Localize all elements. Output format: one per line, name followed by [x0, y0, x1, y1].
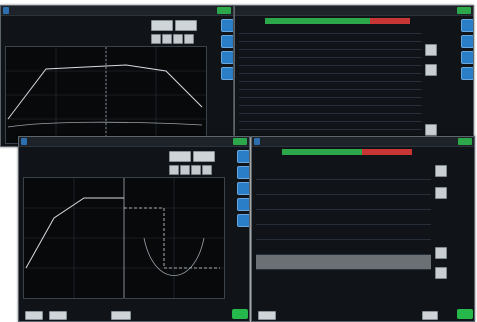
table-row[interactable] — [239, 26, 422, 34]
table-row-selected[interactable] — [256, 255, 431, 270]
table-row[interactable] — [239, 58, 422, 66]
side-button-1[interactable] — [237, 150, 249, 163]
bottom-button-3[interactable] — [111, 311, 131, 320]
table-row[interactable] — [239, 74, 422, 82]
table-row[interactable] — [239, 34, 422, 42]
header-green — [265, 18, 370, 24]
header-red — [362, 149, 412, 155]
ok-button[interactable] — [232, 309, 248, 319]
table-row[interactable] — [239, 114, 422, 122]
side-button-4[interactable] — [461, 67, 473, 80]
top-bar — [1, 6, 233, 16]
bottom-button-2[interactable] — [422, 311, 438, 320]
table-row[interactable] — [256, 225, 431, 240]
graph-button-1[interactable] — [169, 151, 191, 162]
scroll-up-icon[interactable] — [435, 165, 447, 177]
waveform-svg — [24, 178, 224, 298]
waveform-graph — [23, 177, 225, 299]
table-row[interactable] — [239, 66, 422, 74]
result-table — [256, 165, 431, 270]
nav-down-icon[interactable] — [173, 34, 183, 44]
table-row[interactable] — [256, 165, 431, 180]
side-button-1[interactable] — [221, 19, 233, 32]
side-button-2[interactable] — [461, 35, 473, 48]
table-row[interactable] — [239, 106, 422, 114]
bottom-button-1[interactable] — [25, 311, 43, 320]
header-green — [282, 149, 362, 155]
side-button-column — [461, 16, 473, 136]
status-green-tag — [457, 7, 471, 14]
table-row[interactable] — [239, 122, 422, 130]
bottom-button-2[interactable] — [49, 311, 67, 320]
side-button-4[interactable] — [237, 198, 249, 211]
top-bar — [235, 6, 473, 16]
top-bar — [252, 137, 474, 147]
screen-bottom-right — [251, 136, 475, 322]
table-row[interactable] — [239, 90, 422, 98]
waveform-graph — [5, 46, 207, 144]
scroll-up-icon[interactable] — [425, 44, 437, 56]
table-row[interactable] — [256, 180, 431, 195]
side-button-1[interactable] — [461, 19, 473, 32]
result-table — [239, 26, 422, 130]
scroll-down-icon[interactable] — [435, 187, 447, 199]
table-row[interactable] — [256, 210, 431, 225]
nav-up-icon[interactable] — [180, 165, 190, 175]
table-row[interactable] — [239, 82, 422, 90]
side-button-column — [221, 16, 233, 146]
screen-bottom-left — [18, 136, 250, 322]
status-green-tag — [217, 7, 231, 14]
table-row[interactable] — [256, 240, 431, 255]
side-button-3[interactable] — [461, 51, 473, 64]
side-button-3[interactable] — [221, 51, 233, 64]
scroll-end-icon[interactable] — [425, 124, 437, 136]
status-green-tag — [458, 138, 472, 145]
mode-tab[interactable] — [254, 138, 260, 145]
screen-top-left — [0, 5, 234, 147]
graph-button-1[interactable] — [151, 20, 173, 31]
nav-right-icon[interactable] — [202, 165, 212, 175]
side-button-4[interactable] — [221, 67, 233, 80]
side-button-2[interactable] — [221, 35, 233, 48]
mode-tab[interactable] — [3, 7, 9, 14]
graph-button-2[interactable] — [175, 20, 197, 31]
graph-button-2[interactable] — [193, 151, 215, 162]
ok-button[interactable] — [457, 309, 473, 319]
nav-right-icon[interactable] — [184, 34, 194, 44]
nav-left-icon[interactable] — [151, 34, 161, 44]
table-row[interactable] — [239, 50, 422, 58]
screen-top-right — [234, 5, 474, 137]
side-button-5[interactable] — [237, 214, 249, 227]
bottom-button-1[interactable] — [258, 311, 276, 320]
nav-left-icon[interactable] — [169, 165, 179, 175]
nav-up-icon[interactable] — [162, 34, 172, 44]
scroll-page-down-icon[interactable] — [435, 267, 447, 279]
table-row[interactable] — [256, 195, 431, 210]
status-green-tag — [233, 138, 247, 145]
side-button-3[interactable] — [237, 182, 249, 195]
mode-tab[interactable] — [21, 138, 27, 145]
scroll-page-up-icon[interactable] — [435, 247, 447, 259]
header-red — [370, 18, 410, 24]
table-row[interactable] — [239, 42, 422, 50]
side-button-column — [237, 147, 249, 321]
nav-down-icon[interactable] — [191, 165, 201, 175]
top-bar — [19, 137, 249, 147]
side-button-2[interactable] — [237, 166, 249, 179]
scroll-down-icon[interactable] — [425, 64, 437, 76]
waveform-svg — [6, 47, 206, 143]
table-row[interactable] — [239, 98, 422, 106]
